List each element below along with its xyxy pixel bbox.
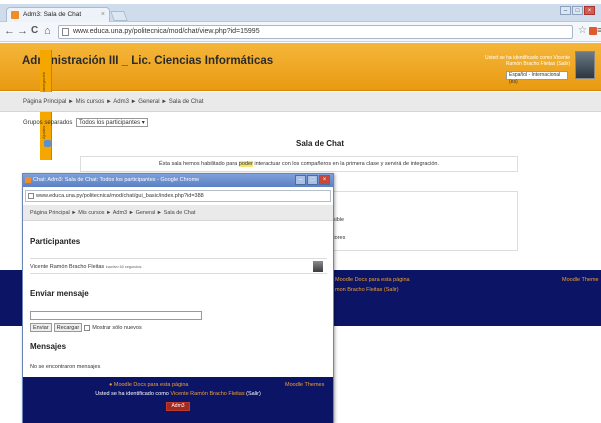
highlighted-word: poder: [238, 161, 253, 167]
page-header: Administración III _ Lic. Ciencias Infor…: [0, 43, 601, 91]
popup-window-controls: – □ ×: [295, 175, 330, 185]
browser-tabstrip: Adm3: Sala de Chat × – □ ×: [0, 4, 601, 22]
breadcrumb[interactable]: Página Principal ► Mis cursos ► Adm3 ► G…: [0, 92, 601, 112]
groups-select[interactable]: Todos los participantes ▾: [76, 118, 148, 127]
group-selector: Grupos separados Todos los participantes…: [23, 118, 148, 127]
page-title: Sala de Chat: [296, 139, 345, 148]
logged-in-info: Usted se ha identificado como Vicente Ra…: [485, 55, 570, 67]
popup-page-icon: [28, 193, 34, 199]
participant-row: Vicente Ramón Bracho Fleitas inactivo 60…: [30, 258, 327, 274]
popup-address-bar[interactable]: www.educa.una.py/politecnica/mod/chat/gu…: [25, 190, 331, 202]
popup-maximize-icon[interactable]: □: [307, 175, 318, 185]
popup-breadcrumb[interactable]: Página Principal ► Mis cursos ► Adm3 ► G…: [23, 205, 333, 221]
popup-footer: ● Moodle Docs para esta página Moodle Th…: [23, 377, 333, 423]
home-icon[interactable]: ⌂: [44, 25, 51, 37]
popup-favicon-icon: [25, 177, 31, 183]
popup-url: www.educa.una.py/politecnica/mod/chat/gu…: [36, 193, 204, 199]
maximize-icon[interactable]: □: [572, 6, 583, 15]
participants-heading: Participantes: [30, 237, 81, 246]
message-input[interactable]: [30, 311, 202, 320]
reload-icon[interactable]: C: [31, 25, 38, 37]
popup-close-icon[interactable]: ×: [319, 175, 330, 185]
language-select[interactable]: Español - Internacional (es): [506, 71, 568, 85]
popup-user-link[interactable]: Vicente Ramón Bracho Fleitas: [170, 391, 244, 397]
footer-docs-link[interactable]: Moodle Docs para esta página: [335, 277, 410, 283]
popup-title-bar: Chat: Adm3: Sala de Chat: Todos los part…: [23, 174, 333, 187]
course-title: Administración III _ Lic. Ciencias Infor…: [22, 55, 274, 67]
footer-theme-link[interactable]: Moodle Theme: [562, 277, 599, 283]
participant-idle: inactivo 60 segundos: [105, 265, 142, 269]
chrome-menu-icon[interactable]: ≡: [597, 25, 601, 35]
extension-icon[interactable]: [589, 27, 597, 35]
popup-themes-link[interactable]: Moodle Themes: [285, 382, 324, 388]
window-controls: – □ ×: [560, 6, 595, 15]
bookmark-star-icon[interactable]: ☆: [578, 25, 587, 36]
chat-intro: Ésta sala hemos habilitado para poder in…: [80, 156, 518, 172]
tab-title: Adm3: Sala de Chat: [23, 11, 82, 18]
new-tab-button[interactable]: [110, 11, 128, 21]
popup-title: Chat: Adm3: Sala de Chat: Todos los part…: [33, 177, 200, 183]
only-new-label: Mostrar sólo nuevos: [92, 324, 142, 331]
messages-heading: Mensajes: [30, 342, 67, 351]
close-window-icon[interactable]: ×: [584, 6, 595, 15]
send-controls: Enviar Recargar Mostrar sólo nuevos: [30, 323, 142, 332]
only-new-checkbox[interactable]: [84, 324, 91, 331]
send-button[interactable]: Enviar: [30, 323, 52, 332]
avatar[interactable]: [575, 51, 595, 79]
minimize-icon[interactable]: –: [560, 6, 571, 15]
course-home-button[interactable]: Adm3: [166, 402, 190, 411]
no-messages-text: No se encontraron mensajes: [30, 364, 101, 370]
browser-tab[interactable]: Adm3: Sala de Chat ×: [6, 7, 110, 22]
page-icon: [62, 28, 69, 36]
participant-name[interactable]: Vicente Ramón Bracho Fleitas: [30, 264, 104, 270]
groups-label: Grupos separados: [23, 120, 73, 126]
address-bar[interactable]: www.educa.una.py/politecnica/mod/chat/vi…: [58, 25, 573, 39]
reload-button[interactable]: Recargar: [53, 323, 83, 332]
footer-user-link[interactable]: mon Bracho Fleitas (Salir): [335, 287, 399, 293]
popup-docs-link[interactable]: ● Moodle Docs para esta página: [109, 382, 188, 388]
popup-minimize-icon[interactable]: –: [295, 175, 306, 185]
back-icon[interactable]: ←: [4, 25, 15, 37]
popup-logged-in-info: Usted se ha identificado como Vicente Ra…: [95, 391, 261, 397]
chat-links-box: [325, 191, 518, 251]
participant-avatar[interactable]: [313, 261, 323, 272]
browser-toolbar: ← → C ⌂ www.educa.una.py/politecnica/mod…: [0, 22, 601, 42]
chat-popup-window: Chat: Adm3: Sala de Chat: Todos los part…: [22, 173, 334, 423]
tab-close-icon[interactable]: ×: [101, 8, 105, 22]
chat-icon: [44, 140, 51, 147]
forward-icon[interactable]: →: [17, 25, 28, 37]
moodle-favicon-icon: [11, 11, 19, 19]
send-message-heading: Enviar mensaje: [30, 289, 89, 298]
address-url: www.educa.una.py/politecnica/mod/chat/vi…: [73, 28, 260, 35]
